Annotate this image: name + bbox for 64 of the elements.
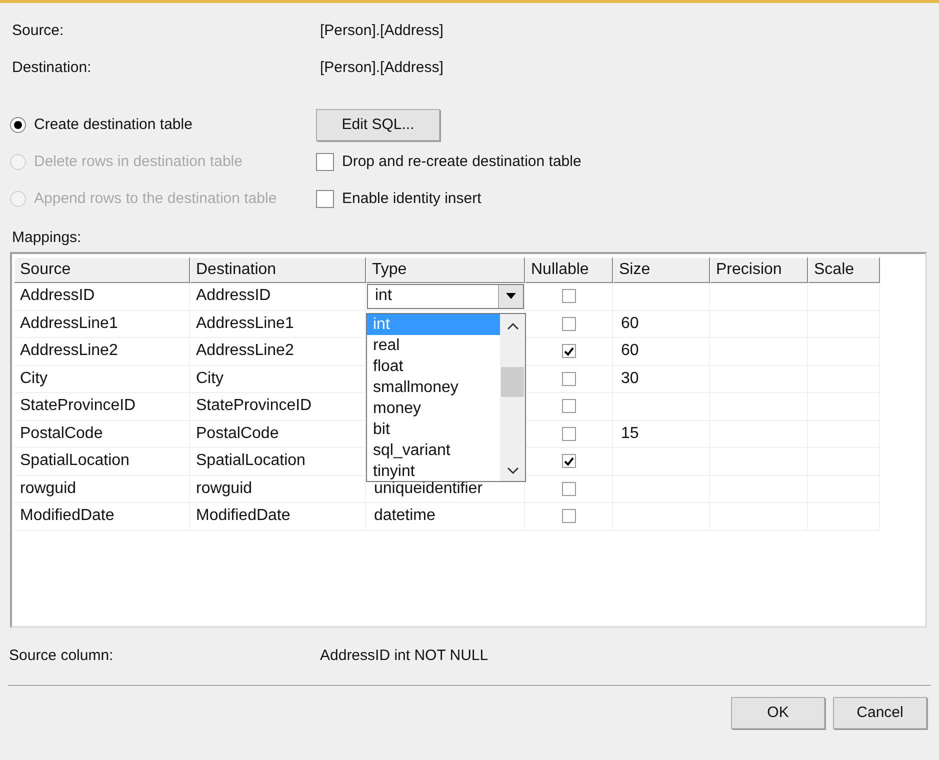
- scroll-up-icon[interactable]: [506, 322, 518, 330]
- column-header[interactable]: Precision: [710, 257, 808, 283]
- table-cell: StateProvinceID: [14, 393, 190, 420]
- source-column-value: AddressID int NOT NULL: [320, 646, 488, 666]
- source-label: Source:: [11, 20, 65, 41]
- mappings-label: Mappings:: [12, 229, 82, 246]
- nullable-checkbox[interactable]: [562, 289, 576, 304]
- nullable-checkbox[interactable]: [562, 316, 576, 331]
- table-cell: AddressLine1: [14, 310, 190, 338]
- column-header[interactable]: Scale: [808, 257, 880, 283]
- scroll-down-icon[interactable]: [506, 467, 518, 475]
- checkbox-label: Drop and re-create destination table: [342, 152, 582, 172]
- nullable-checkbox[interactable]: [562, 399, 576, 414]
- table-cell: rowguid: [190, 476, 366, 503]
- table-cell: SpatialLocation: [14, 448, 190, 476]
- column-header[interactable]: Type: [366, 257, 525, 283]
- table-cell: AddressID: [14, 283, 190, 310]
- radio-label: Create destination table: [34, 114, 192, 135]
- nullable-checkbox[interactable]: [562, 426, 576, 441]
- type-combo-box[interactable]: int: [367, 284, 524, 309]
- table-cell: 60: [613, 310, 710, 338]
- table-cell: AddressID: [190, 283, 366, 310]
- source-column-label: Source column:: [8, 646, 114, 666]
- column-header[interactable]: Size: [613, 257, 710, 283]
- dropdown-item[interactable]: float: [367, 356, 500, 377]
- table-cell: ModifiedDate: [14, 503, 190, 530]
- checkbox[interactable]: [316, 190, 334, 208]
- column-header[interactable]: Destination: [190, 257, 366, 283]
- radio-label: Append rows to the destination table: [34, 188, 277, 209]
- dropdown-item[interactable]: smallmoney: [367, 377, 500, 398]
- table-cell: PostalCode: [14, 420, 190, 448]
- scroll-thumb[interactable]: [501, 366, 524, 396]
- radio-label: Delete rows in destination table: [34, 152, 242, 172]
- ok-button[interactable]: OK: [731, 697, 825, 729]
- scroll-bar[interactable]: [500, 314, 525, 481]
- table-cell: [808, 283, 880, 310]
- table-cell: 60: [613, 338, 710, 366]
- combo-value: int: [374, 286, 392, 306]
- nullable-checkbox[interactable]: [562, 454, 576, 468]
- nullable-checkbox[interactable]: [562, 344, 576, 358]
- column-header[interactable]: Source: [14, 257, 190, 283]
- nullable-checkbox[interactable]: [562, 482, 576, 496]
- table-cell: 30: [613, 366, 710, 393]
- checkbox-label: Enable identity insert: [342, 188, 482, 209]
- nullable-checkbox[interactable]: [562, 509, 576, 524]
- table-cell: ModifiedDate: [190, 503, 366, 530]
- table-cell: City: [14, 366, 190, 393]
- table-cell: AddressLine2: [14, 338, 190, 366]
- dropdown-item[interactable]: money: [367, 398, 500, 419]
- table-cell: rowguid: [14, 476, 190, 503]
- dropdown-item[interactable]: bit: [367, 419, 500, 440]
- nullable-checkbox[interactable]: [562, 372, 576, 386]
- table-cell: datetime: [366, 503, 525, 530]
- destination-value: [Person].[Address]: [320, 58, 444, 78]
- dropdown-item[interactable]: sql_variant: [367, 440, 500, 461]
- edit-sql-button[interactable]: Edit SQL...: [316, 109, 440, 141]
- source-value: [Person].[Address]: [320, 20, 444, 41]
- checkbox[interactable]: [316, 153, 334, 171]
- dropdown-item[interactable]: real: [367, 335, 500, 356]
- column-header[interactable]: Nullable: [525, 257, 613, 283]
- radio-button[interactable]: [10, 117, 26, 133]
- destination-label: Destination:: [11, 58, 92, 78]
- table-cell: 15: [613, 420, 710, 448]
- cancel-button[interactable]: Cancel: [833, 697, 927, 729]
